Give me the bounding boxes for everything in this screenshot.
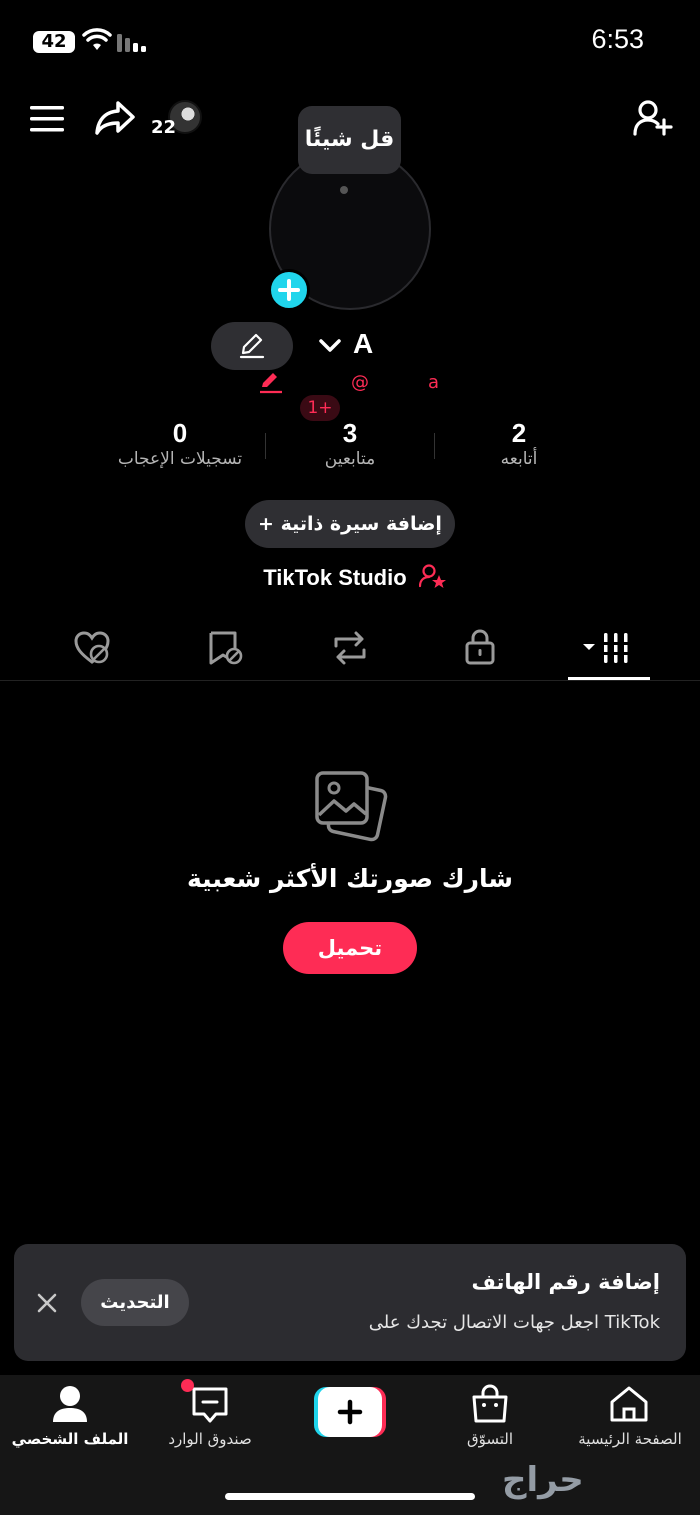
- battery-indicator: 42: [33, 31, 75, 53]
- nav-shop-label[interactable]: التسوّق: [420, 1430, 560, 1448]
- update-button[interactable]: التحديث: [81, 1279, 189, 1326]
- videos-grid-icon[interactable]: [580, 630, 638, 666]
- plus-icon: [278, 279, 300, 301]
- stat-divider: [434, 433, 435, 459]
- tabs-divider: [0, 680, 700, 681]
- stat-label: تسجيلات الإعجاب: [117, 449, 243, 469]
- stat-followers[interactable]: 3 متابعين: [290, 418, 410, 469]
- nav-home-label[interactable]: الصفحة الرئيسية: [560, 1430, 700, 1448]
- create-button[interactable]: [314, 1387, 386, 1437]
- stat-following[interactable]: 2 أتابعه: [459, 418, 579, 469]
- chevron-down-icon[interactable]: [318, 336, 342, 356]
- shopping-bag-icon[interactable]: [470, 1384, 510, 1424]
- inbox-notification-dot: [181, 1379, 194, 1392]
- card-title: إضافة رقم الهاتف: [471, 1270, 660, 1294]
- wifi-icon: [82, 28, 112, 50]
- home-indicator[interactable]: [225, 1493, 475, 1500]
- active-tab-indicator: [568, 677, 650, 680]
- handle: a: [428, 372, 440, 393]
- stat-label: أتابعه: [500, 449, 538, 469]
- stat-likes[interactable]: 0 تسجيلات الإعجاب: [90, 418, 270, 469]
- empty-state-title: شارك صورتك الأكثر شعبية: [186, 864, 514, 893]
- repost-icon[interactable]: [331, 630, 369, 666]
- photo-gallery-icon: [315, 771, 388, 842]
- friends-count: 22: [151, 117, 177, 138]
- upload-button[interactable]: تحميل: [283, 922, 417, 974]
- stat-value: 0: [172, 418, 188, 448]
- creator-star-icon: [418, 564, 446, 588]
- share-icon[interactable]: [94, 100, 136, 136]
- nav-inbox-label[interactable]: صندوق الوارد: [140, 1430, 280, 1448]
- liked-hidden-icon[interactable]: [73, 630, 111, 666]
- add-friend-icon[interactable]: [632, 98, 674, 138]
- profile-icon[interactable]: [50, 1384, 90, 1424]
- menu-icon[interactable]: [30, 104, 66, 134]
- lock-icon[interactable]: [463, 628, 497, 666]
- bubble-pointer: [340, 186, 348, 194]
- username[interactable]: A: [353, 328, 373, 360]
- nav-profile-label[interactable]: الملف الشخصي: [0, 1430, 140, 1448]
- card-subtitle: اجعل جهات الاتصال تجدك على TikTok: [368, 1312, 660, 1333]
- edit-handle-icon[interactable]: [258, 371, 284, 395]
- stat-value: 3: [342, 418, 358, 448]
- haraj-watermark: حراج: [502, 1460, 584, 1500]
- inbox-icon[interactable]: [190, 1385, 230, 1425]
- pencil-icon: [239, 333, 265, 359]
- add-bio-button[interactable]: + إضافة سيرة ذاتية: [245, 500, 455, 548]
- add-avatar-button[interactable]: [268, 269, 310, 311]
- close-icon[interactable]: [36, 1292, 58, 1314]
- favorites-hidden-icon[interactable]: [206, 630, 244, 666]
- signal-icon: [117, 34, 146, 52]
- say-something-bubble[interactable]: قل شيئًا: [298, 106, 401, 174]
- stat-value: 2: [511, 418, 527, 448]
- home-icon[interactable]: [608, 1385, 650, 1423]
- stat-label: متابعين: [324, 449, 376, 469]
- edit-profile-button[interactable]: [211, 322, 293, 370]
- tiktok-studio-link[interactable]: TikTok Studio: [240, 563, 470, 591]
- clock: 6:53: [591, 24, 644, 54]
- studio-label: TikTok Studio: [263, 565, 407, 590]
- handle-prefix: @: [351, 372, 369, 393]
